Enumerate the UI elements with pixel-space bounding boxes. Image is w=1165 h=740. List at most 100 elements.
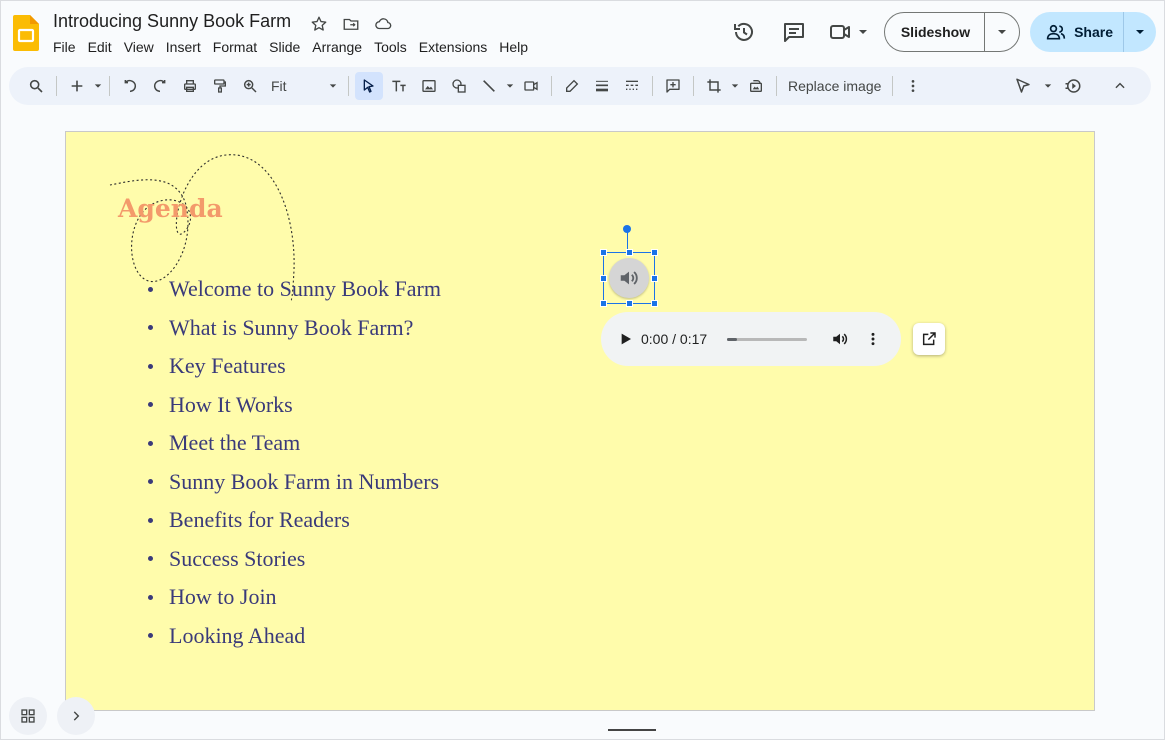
menu-format[interactable]: Format: [207, 38, 263, 56]
menu-insert[interactable]: Insert: [160, 38, 207, 56]
border-color-icon[interactable]: [558, 72, 586, 100]
star-icon[interactable]: [307, 13, 331, 35]
slides-logo-icon[interactable]: [13, 15, 39, 51]
share-dropdown-icon[interactable]: [1124, 12, 1156, 52]
pointer-mode-icon[interactable]: [1009, 72, 1037, 100]
list-item: Benefits for Readers: [148, 501, 441, 540]
app-header: Introducing Sunny Book Farm File Edit Vi…: [1, 1, 1165, 63]
line-icon[interactable]: [475, 72, 503, 100]
speaker-notes-drag-handle[interactable]: [608, 729, 656, 731]
share-button[interactable]: Share: [1030, 12, 1156, 52]
list-item: Looking Ahead: [148, 617, 441, 656]
shape-icon[interactable]: [445, 72, 473, 100]
redo-icon[interactable]: [146, 72, 174, 100]
search-menus-icon[interactable]: [22, 72, 50, 100]
reset-image-icon[interactable]: [742, 72, 770, 100]
play-icon[interactable]: [617, 331, 633, 347]
bullet: [148, 556, 153, 562]
zoom-value: Fit: [271, 78, 287, 94]
version-history-icon[interactable]: [724, 12, 764, 52]
pointer-dropdown-icon[interactable]: [1042, 72, 1054, 100]
resize-handle[interactable]: [600, 249, 607, 256]
share-label: Share: [1074, 24, 1113, 40]
menu-edit[interactable]: Edit: [82, 38, 118, 56]
new-slide-icon[interactable]: [63, 72, 91, 100]
chevron-down-icon: [329, 84, 337, 88]
cloud-saved-icon[interactable]: [371, 13, 395, 35]
slideshow-label[interactable]: Slideshow: [885, 13, 986, 51]
resize-handle[interactable]: [626, 249, 633, 256]
resize-handle[interactable]: [600, 275, 607, 282]
slideshow-button[interactable]: Slideshow: [883, 12, 1021, 52]
bullet: [148, 594, 153, 600]
menu-view[interactable]: View: [118, 38, 160, 56]
select-tool-icon[interactable]: [355, 72, 383, 100]
menu-help[interactable]: Help: [493, 38, 534, 56]
open-in-new-icon[interactable]: [913, 323, 945, 355]
text-box-icon[interactable]: [385, 72, 413, 100]
bullet: [148, 517, 153, 523]
print-icon[interactable]: [176, 72, 204, 100]
list-item: Sunny Book Farm in Numbers: [148, 463, 441, 502]
agenda-list[interactable]: Welcome to Sunny Book Farm What is Sunny…: [148, 270, 441, 655]
undo-icon[interactable]: [116, 72, 144, 100]
meet-video-icon[interactable]: [824, 12, 872, 52]
slideshow-dropdown-icon[interactable]: [985, 13, 1019, 51]
grid-view-icon[interactable]: [9, 697, 47, 735]
add-comment-icon[interactable]: [659, 72, 687, 100]
move-folder-icon[interactable]: [339, 13, 363, 35]
document-title[interactable]: Introducing Sunny Book Farm: [53, 11, 291, 32]
animate-icon[interactable]: [1059, 72, 1087, 100]
resize-handle[interactable]: [651, 300, 658, 307]
bullet: [148, 633, 153, 639]
replace-image-button[interactable]: Replace image: [782, 78, 887, 94]
comments-icon[interactable]: [774, 12, 814, 52]
expand-filmstrip-icon[interactable]: [57, 697, 95, 735]
menu-file[interactable]: File: [47, 38, 82, 56]
insert-image-icon[interactable]: [415, 72, 443, 100]
menu-bar: File Edit View Insert Format Slide Arran…: [47, 38, 534, 56]
list-item: How It Works: [148, 386, 441, 425]
slide-canvas[interactable]: Agenda Welcome to Sunny Book Farm What i…: [65, 131, 1095, 711]
chevron-down-icon: [858, 30, 867, 34]
menu-tools[interactable]: Tools: [368, 38, 413, 56]
list-item: Success Stories: [148, 540, 441, 579]
resize-handle[interactable]: [600, 300, 607, 307]
audio-time: 0:00 / 0:17: [641, 331, 708, 347]
menu-slide[interactable]: Slide: [263, 38, 306, 56]
menu-arrange[interactable]: Arrange: [306, 38, 368, 56]
audio-player: 0:00 / 0:17: [601, 312, 901, 366]
new-slide-dropdown-icon[interactable]: [92, 72, 104, 100]
people-icon: [1046, 24, 1066, 40]
more-options-icon[interactable]: [865, 331, 881, 347]
resize-handle[interactable]: [651, 249, 658, 256]
resize-handle[interactable]: [626, 300, 633, 307]
selection-box: [600, 249, 658, 307]
more-options-icon[interactable]: [899, 72, 927, 100]
paint-format-icon[interactable]: [206, 72, 234, 100]
border-dash-icon[interactable]: [618, 72, 646, 100]
resize-handle[interactable]: [651, 275, 658, 282]
bullet: [148, 402, 153, 408]
list-item: Welcome to Sunny Book Farm: [148, 270, 441, 309]
volume-icon[interactable]: [831, 330, 849, 348]
bullet: [148, 363, 153, 369]
audio-progress-bar[interactable]: [727, 337, 807, 341]
bullet: [148, 286, 153, 292]
zoom-select[interactable]: Fit: [265, 78, 343, 94]
menu-extensions[interactable]: Extensions: [413, 38, 493, 56]
rotate-handle[interactable]: [623, 225, 631, 233]
list-item: Key Features: [148, 347, 441, 386]
crop-icon[interactable]: [700, 72, 728, 100]
list-item: Meet the Team: [148, 424, 441, 463]
bullet: [148, 325, 153, 331]
collapse-toolbar-icon[interactable]: [1106, 72, 1134, 100]
zoom-icon[interactable]: [236, 72, 264, 100]
border-weight-icon[interactable]: [588, 72, 616, 100]
audio-progress-fill: [727, 337, 737, 341]
list-item: What is Sunny Book Farm?: [148, 309, 441, 348]
insert-video-icon[interactable]: [517, 72, 545, 100]
mask-dropdown-icon[interactable]: [729, 72, 741, 100]
slide-heading[interactable]: Agenda: [118, 194, 223, 223]
line-dropdown-icon[interactable]: [504, 72, 516, 100]
